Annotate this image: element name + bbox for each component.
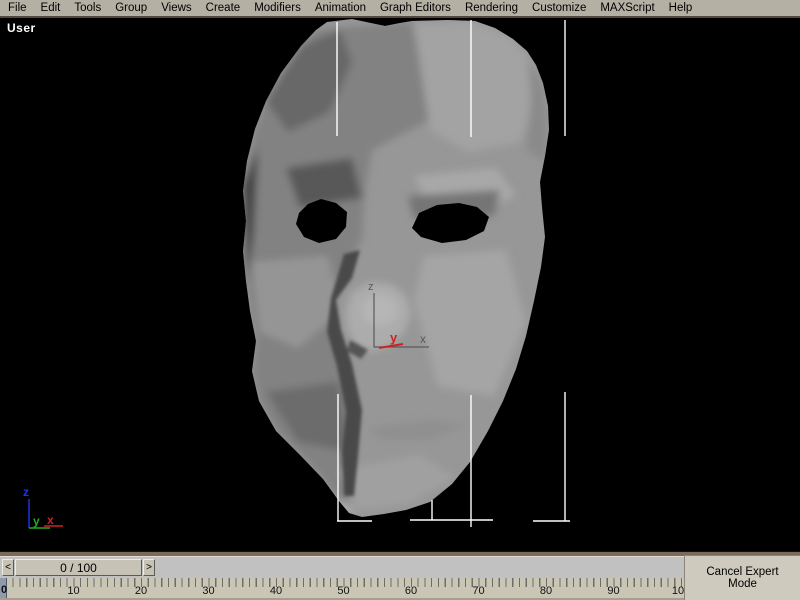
ruler-label-0: 0	[1, 584, 7, 596]
gizmo-y-label: y	[390, 330, 398, 345]
menu-item-animation[interactable]: Animation	[308, 2, 373, 14]
ruler-label-40: 40	[270, 585, 282, 597]
menu-item-maxscript[interactable]: MAXScript	[593, 2, 661, 14]
world-y-label: y	[33, 514, 40, 528]
menu-item-help[interactable]: Help	[662, 2, 700, 14]
menu-item-edit[interactable]: Edit	[34, 2, 68, 14]
time-slider-row: < 0 / 100 >	[0, 557, 800, 578]
face-mask-model[interactable]	[243, 19, 549, 517]
viewport-3d-scene: z x y z y x	[0, 0, 800, 600]
ruler-label-70: 70	[472, 585, 484, 597]
time-slider[interactable]: 0 / 100	[15, 559, 142, 576]
menu-item-rendering[interactable]: Rendering	[458, 2, 525, 14]
next-frame-button[interactable]: >	[143, 559, 155, 576]
viewport-name-label[interactable]: User	[7, 21, 36, 35]
ruler-label-10: 10	[67, 585, 79, 597]
cancel-expert-mode-button[interactable]: Cancel Expert Mode	[684, 555, 800, 600]
menu-item-customize[interactable]: Customize	[525, 2, 593, 14]
track-bar[interactable]: 0 10 20 30 40 50 60 70 80 90 100	[0, 578, 800, 598]
menu-item-graph-editors[interactable]: Graph Editors	[373, 2, 458, 14]
menu-item-file[interactable]: File	[1, 2, 34, 14]
previous-frame-button[interactable]: <	[2, 559, 14, 576]
ruler-label-60: 60	[405, 585, 417, 597]
menu-item-group[interactable]: Group	[108, 2, 154, 14]
ruler-label-50: 50	[337, 585, 349, 597]
menu-item-views[interactable]: Views	[154, 2, 198, 14]
menu-item-tools[interactable]: Tools	[67, 2, 108, 14]
menu-item-modifiers[interactable]: Modifiers	[247, 2, 308, 14]
world-axis-tripod: z y x	[23, 485, 63, 528]
ruler-label-90: 90	[607, 585, 619, 597]
3ds-max-window: User	[0, 0, 800, 600]
menu-bar: File Edit Tools Group Views Create Modif…	[0, 0, 800, 18]
ruler-label-30: 30	[202, 585, 214, 597]
menu-item-create[interactable]: Create	[199, 2, 248, 14]
world-x-label: x	[47, 513, 54, 527]
gizmo-x-label: x	[420, 332, 426, 346]
ruler-label-80: 80	[540, 585, 552, 597]
ruler-label-20: 20	[135, 585, 147, 597]
world-z-label: z	[23, 485, 29, 499]
gizmo-z-label: z	[368, 281, 374, 293]
timeline-area: < 0 / 100 > 0 10 20 30 40 50 60 70 80 90…	[0, 551, 800, 600]
